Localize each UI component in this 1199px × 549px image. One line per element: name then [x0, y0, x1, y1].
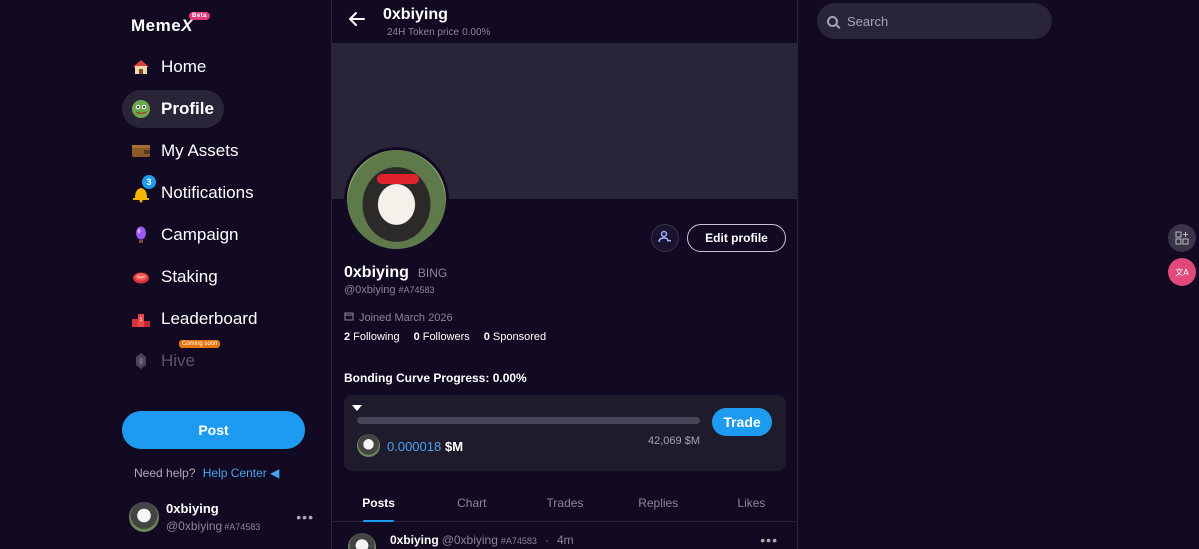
svg-text:文A: 文A	[1175, 267, 1189, 277]
help-line: Need help? Help Center ◀	[134, 466, 279, 480]
post-item[interactable]: 0xbiying @0xbiying #A74583 · 4m •••	[332, 523, 798, 549]
bonding-curve-card: 0.000018 $M 42,069 $M Trade	[344, 395, 786, 471]
following-stat[interactable]: 2 Following	[344, 331, 400, 343]
nav-label: Hive	[161, 351, 196, 370]
nav-item-home[interactable]: Home	[122, 48, 216, 86]
page-title: 0xbiying	[383, 6, 448, 23]
translate-icon[interactable]: 文A	[1168, 258, 1196, 286]
caret-down-icon[interactable]	[352, 405, 362, 411]
nav-item-leaderboard[interactable]: 1 Leaderboard	[122, 300, 267, 338]
nav-label: Staking	[161, 267, 218, 286]
nav-item-my-assets[interactable]: My Assets	[122, 132, 248, 170]
pepe-avatar-icon	[131, 99, 151, 119]
user-settings-icon	[658, 230, 672, 247]
search-input[interactable]	[847, 13, 1027, 29]
profile-avatar[interactable]	[344, 147, 449, 252]
nav-item-hive: Coming soon Hive	[122, 340, 221, 380]
memex-logo[interactable]: Meme X Beta	[131, 12, 211, 36]
post-id: #A74583	[500, 536, 537, 546]
svg-text:1: 1	[140, 317, 143, 323]
balloon-icon	[131, 225, 151, 245]
token-ticker: BING	[417, 266, 448, 280]
wallet-icon	[131, 141, 151, 161]
token-price-subtitle: 24H Token price 0.00%	[387, 27, 491, 38]
nav-label: Campaign	[161, 225, 239, 244]
profile-stats: 2 Following 0 Followers 0 Sponsored	[344, 331, 546, 343]
more-icon[interactable]: •••	[760, 532, 778, 548]
help-text: Need help?	[134, 466, 196, 480]
sidebar: Meme X Beta Home Profile My Assets 3 Not…	[0, 0, 331, 549]
nav-label: Notifications	[161, 183, 254, 202]
nav-item-campaign[interactable]: Campaign	[122, 216, 249, 254]
nav-item-notifications[interactable]: 3 Notifications	[122, 174, 264, 212]
logo-text: Meme	[131, 16, 182, 35]
calendar-icon	[344, 311, 354, 324]
manage-followers-button[interactable]	[651, 224, 679, 252]
notification-count-badge: 3	[142, 175, 156, 189]
market-cap: 42,069 $M	[648, 435, 700, 447]
nav-label: Home	[161, 57, 207, 76]
followers-stat[interactable]: 0 Followers	[414, 331, 470, 343]
search-bar[interactable]	[817, 3, 1052, 39]
back-arrow-icon[interactable]	[348, 10, 366, 34]
avatar	[129, 502, 159, 532]
nav-label: Leaderboard	[161, 309, 258, 328]
steak-icon	[131, 267, 151, 287]
beta-badge: Beta	[189, 12, 211, 20]
hive-icon	[131, 351, 151, 371]
account-name: 0xbiying	[166, 501, 219, 516]
nav-label: Profile	[161, 99, 214, 118]
token-avatar	[357, 434, 380, 457]
nav-item-staking[interactable]: Staking	[122, 258, 228, 296]
telegram-icon: ◀	[270, 466, 280, 480]
tab-trades[interactable]: Trades	[518, 483, 611, 521]
podium-icon: 1	[131, 309, 151, 329]
avatar	[348, 533, 376, 549]
main-nav: Home Profile My Assets 3 Notifications C…	[122, 48, 267, 384]
post-time: 4m	[556, 533, 574, 547]
token-price-unit: $M	[445, 439, 464, 454]
tab-likes[interactable]: Likes	[705, 483, 798, 521]
profile-handle: @0xbiying #A74583	[344, 284, 435, 296]
post-author: 0xbiying	[390, 533, 439, 547]
nav-label: My Assets	[161, 141, 239, 160]
sponsored-stat[interactable]: 0 Sponsored	[484, 331, 546, 343]
post-handle: @0xbiying	[441, 533, 498, 547]
post-button[interactable]: Post	[122, 411, 305, 449]
post-meta: 0xbiying @0xbiying #A74583 · 4m	[390, 533, 574, 547]
laser-glasses-icon	[377, 174, 419, 184]
bonding-progress-bar	[357, 417, 700, 424]
help-center-link[interactable]: Help Center ◀	[203, 466, 280, 480]
account-switcher[interactable]: 0xbiying @0xbiying #A74583 •••	[129, 501, 314, 533]
main-column: 0xbiying 24H Token price 0.00% Edit profi…	[331, 0, 798, 549]
account-id: #A74583	[224, 522, 261, 532]
coming-soon-tag: Coming soon	[179, 340, 221, 348]
trade-button[interactable]: Trade	[712, 408, 772, 436]
more-icon[interactable]: •••	[296, 509, 314, 525]
nav-item-profile[interactable]: Profile	[122, 90, 224, 128]
home-icon	[131, 57, 151, 77]
header-bar: 0xbiying 24H Token price 0.00%	[332, 0, 798, 43]
tab-replies[interactable]: Replies	[612, 483, 705, 521]
profile-id: #A74583	[398, 285, 435, 295]
apps-grid-icon[interactable]	[1168, 224, 1196, 252]
tab-chart[interactable]: Chart	[425, 483, 518, 521]
profile-name: 0xbiying	[344, 264, 409, 281]
account-handle: @0xbiying #A74583	[166, 519, 261, 533]
profile-tabs: Posts Chart Trades Replies Likes	[332, 483, 798, 522]
token-price: 0.000018	[387, 439, 442, 454]
search-icon	[827, 15, 838, 27]
bonding-curve-title: Bonding Curve Progress: 0.00%	[344, 371, 527, 385]
joined-date: Joined March 2026	[344, 311, 453, 324]
edit-profile-button[interactable]: Edit profile	[687, 224, 786, 252]
tab-posts[interactable]: Posts	[332, 483, 425, 522]
profile-name-row: 0xbiying BING	[344, 264, 447, 282]
